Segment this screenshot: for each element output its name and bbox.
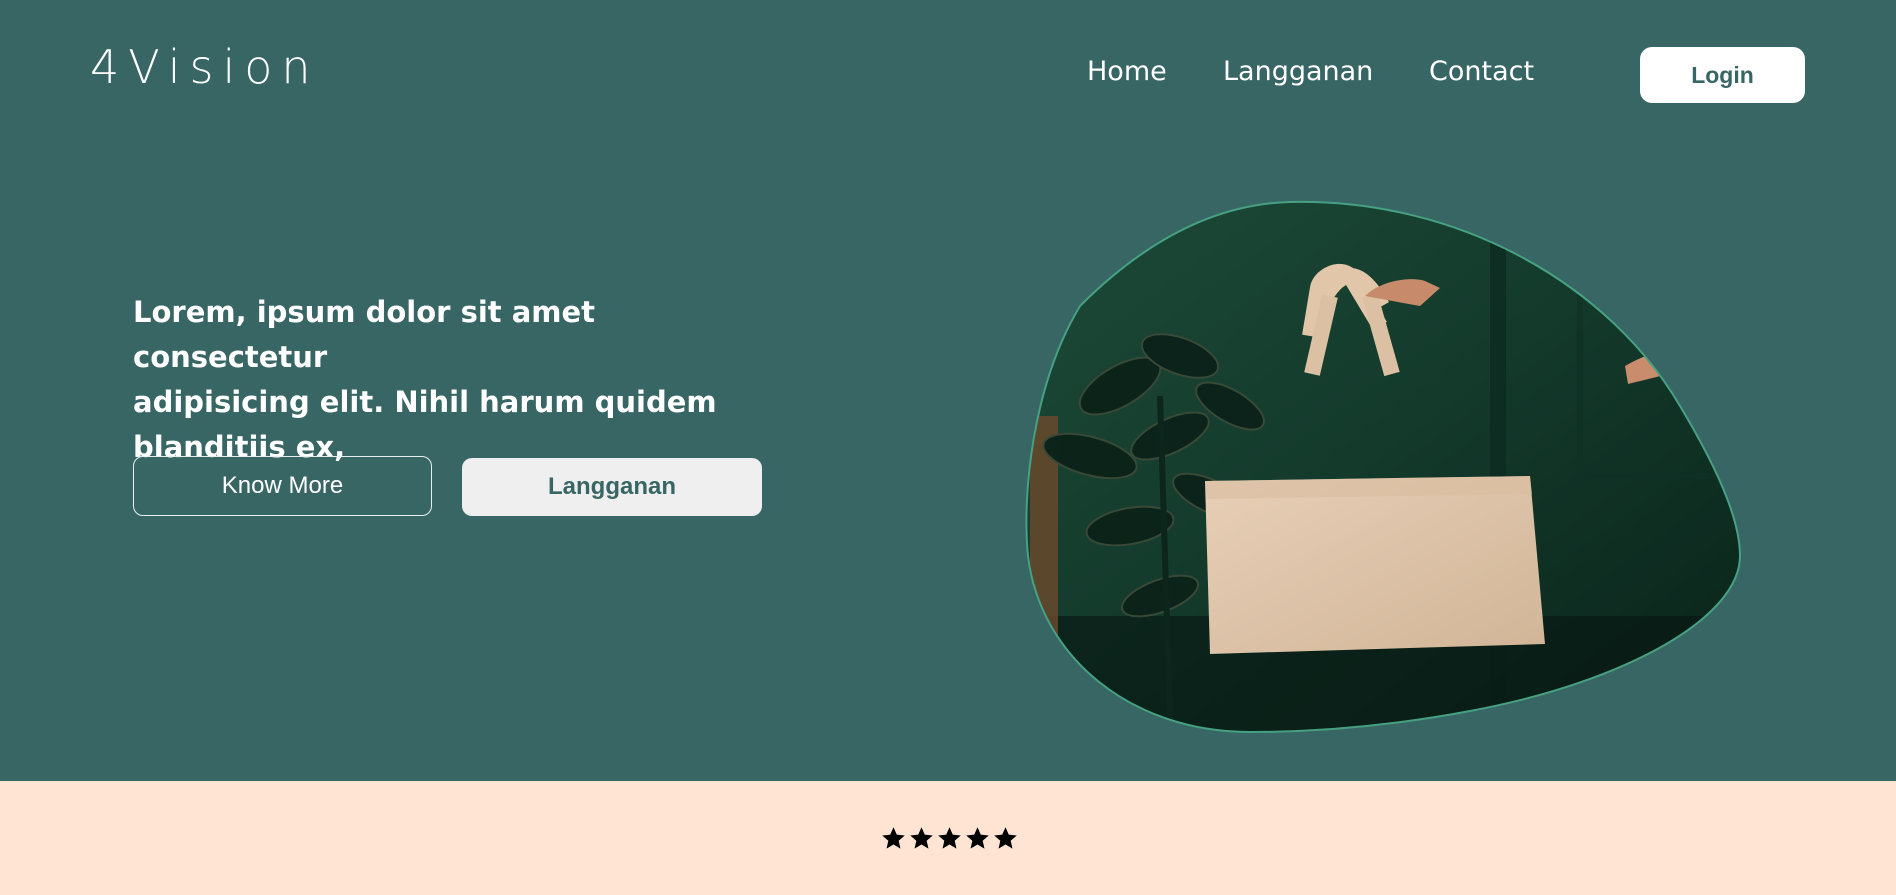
- star-icon: [882, 827, 905, 849]
- nav-link-home[interactable]: Home: [1087, 56, 1167, 87]
- know-more-button[interactable]: Know More: [133, 456, 432, 516]
- nav-link-contact[interactable]: Contact: [1429, 56, 1534, 87]
- hero-headline-line-2: adipisicing elit. Nihil harum quidem: [133, 385, 717, 419]
- hero-headline-line-1: Lorem, ipsum dolor sit amet consectetur: [133, 295, 596, 374]
- hero-section: 4Vision Home Langganan Contact Login Lor…: [0, 0, 1896, 781]
- login-button[interactable]: Login: [1640, 47, 1805, 103]
- star-icon: [938, 827, 961, 849]
- star-icon: [966, 827, 989, 849]
- hero-product-image: [1025, 200, 1742, 734]
- star-icon: [910, 827, 933, 849]
- hero-headline: Lorem, ipsum dolor sit amet consectetur …: [133, 290, 793, 470]
- brand-logo[interactable]: 4Vision: [90, 44, 320, 90]
- subscribe-button[interactable]: Langganan: [462, 458, 762, 516]
- nav-link-langganan[interactable]: Langganan: [1223, 56, 1373, 87]
- star-icon: [994, 827, 1017, 849]
- rating-stars: [880, 825, 1019, 855]
